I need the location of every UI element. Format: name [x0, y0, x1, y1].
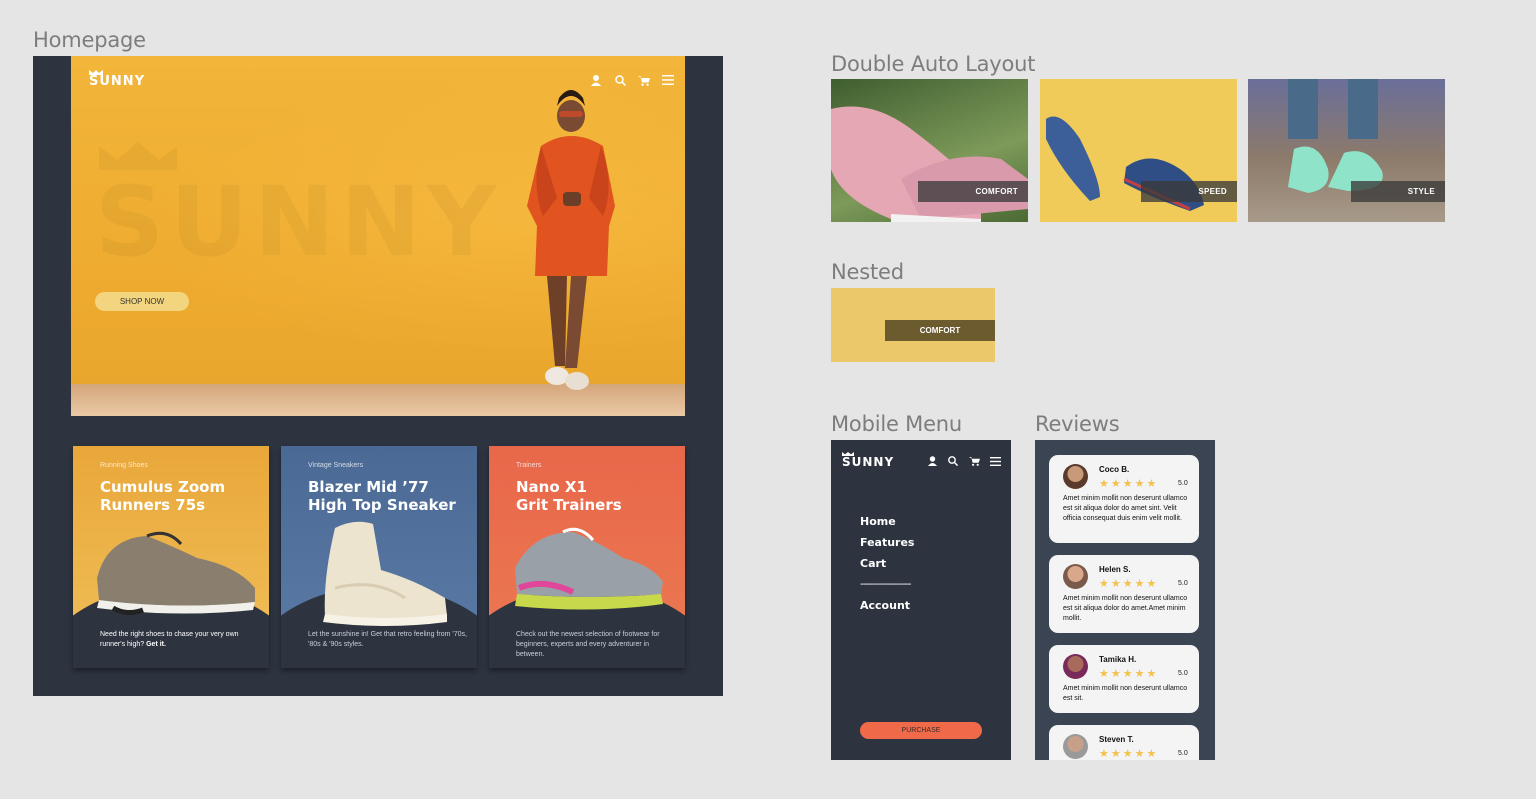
frame-label-mobile-menu: Mobile Menu [831, 412, 963, 436]
logo-text: SUNNY [842, 455, 895, 469]
nested-tag: COMFORT [885, 320, 995, 341]
product-card-blazer[interactable]: Vintage Sneakers Blazer Mid ’77 High Top… [281, 446, 477, 668]
card-description: Need the right shoes to chase your very … [100, 631, 239, 648]
tile-tag: SPEED [1141, 181, 1237, 202]
menu-item-home[interactable]: Home [860, 515, 896, 528]
card-category: Running Shoes [100, 462, 148, 469]
menu-item-features[interactable]: Features [860, 536, 914, 549]
hero-banner: SUNNY SUNNY SHOP NOW [71, 56, 685, 416]
rating-score: 5.0 [1178, 580, 1188, 587]
reviewer-name: Helen S. [1099, 565, 1131, 574]
product-card-nano[interactable]: Trainers Nano X1 Grit Trainers Check out… [489, 446, 685, 668]
reviewer-name: Tamika H. [1099, 655, 1137, 664]
tile-tag: STYLE [1351, 181, 1445, 202]
menu-icon[interactable] [988, 454, 1002, 468]
star-rating: ★★★★★ [1099, 748, 1159, 760]
cart-icon[interactable] [967, 454, 981, 468]
crown-icon [89, 70, 103, 75]
hero-ghost-logo: SUNNY [95, 166, 502, 278]
user-icon[interactable] [925, 454, 939, 468]
menu-item-cart[interactable]: Cart [860, 557, 886, 570]
rating-score: 5.0 [1178, 670, 1188, 677]
frame-label-homepage: Homepage [33, 28, 146, 52]
avatar [1063, 654, 1088, 679]
menu-divider: ----------------- [860, 577, 911, 590]
frame-label-nested: Nested [831, 260, 904, 284]
nested-frame[interactable]: COMFORT [831, 288, 995, 362]
tile-tag: COMFORT [918, 181, 1028, 202]
tile-style[interactable]: STYLE [1248, 79, 1445, 222]
tile-comfort[interactable]: COMFORT [831, 79, 1028, 222]
product-card-cumulus[interactable]: Running Shoes Cumulus Zoom Runners 75s N… [73, 446, 269, 668]
card-category: Trainers [516, 462, 542, 469]
star-rating: ★★★★★ [1099, 578, 1159, 590]
mobile-logo[interactable]: SUNNY [842, 452, 894, 469]
rating-score: 5.0 [1178, 480, 1188, 487]
tile-speed[interactable]: SPEED [1040, 79, 1237, 222]
star-rating: ★★★★★ [1099, 478, 1159, 490]
review-card: Tamika H. ★★★★★ 5.0 Amet minim mollit no… [1049, 645, 1199, 713]
reviewer-name: Steven T. [1099, 735, 1134, 744]
review-card: Helen S. ★★★★★ 5.0 Amet minim mollit non… [1049, 555, 1199, 633]
card-title: Nano X1 Grit Trainers [516, 478, 622, 514]
shop-now-button[interactable]: SHOP NOW [95, 292, 189, 311]
mobile-menu-frame: SUNNY Home Features Cart ---------------… [831, 440, 1011, 760]
hero-model-image [527, 90, 615, 390]
card-title: Cumulus Zoom Runners 75s [100, 478, 226, 514]
card-category: Vintage Sneakers [308, 462, 364, 469]
avatar [1063, 734, 1088, 759]
review-card: Coco B. ★★★★★ 5.0 Amet minim mollit non … [1049, 455, 1199, 543]
search-icon[interactable] [946, 454, 960, 468]
logo-text: SUNNY [89, 74, 146, 89]
purchase-button[interactable]: PURCHASE [860, 722, 982, 739]
crown-icon [842, 452, 854, 456]
menu-item-account[interactable]: Account [860, 599, 910, 612]
review-text: Amet minim mollit non deserunt ullamco e… [1063, 685, 1188, 702]
frame-label-double-auto-layout: Double Auto Layout [831, 52, 1036, 76]
reviews-frame: Coco B. ★★★★★ 5.0 Amet minim mollit non … [1035, 440, 1215, 760]
reviewer-name: Coco B. [1099, 465, 1130, 474]
logo[interactable]: SUNNY [89, 70, 145, 89]
card-title: Blazer Mid ’77 High Top Sneaker [308, 478, 456, 514]
card-description: Check out the newest selection of footwe… [516, 631, 660, 658]
avatar [1063, 464, 1088, 489]
card-description: Let the sunshine in! Get that retro feel… [308, 631, 467, 648]
rating-score: 5.0 [1178, 750, 1188, 757]
review-card: Steven T. ★★★★★ 5.0 [1049, 725, 1199, 760]
running-shoe-image [97, 531, 255, 616]
star-rating: ★★★★★ [1099, 668, 1159, 680]
review-text: Amet minim mollit non deserunt ullamco e… [1063, 595, 1188, 622]
menu-icon[interactable] [661, 73, 675, 87]
homepage-frame: SUNNY SUNNY SHOP NOW [33, 56, 723, 696]
mobile-nav-icons [925, 454, 1002, 468]
avatar [1063, 564, 1088, 589]
frame-label-reviews: Reviews [1035, 412, 1120, 436]
trainer-shoe-image [515, 527, 663, 610]
cart-icon[interactable] [637, 73, 651, 87]
review-text: Amet minim mollit non deserunt ullamco e… [1063, 495, 1188, 522]
high-top-sneaker-image [323, 521, 447, 626]
